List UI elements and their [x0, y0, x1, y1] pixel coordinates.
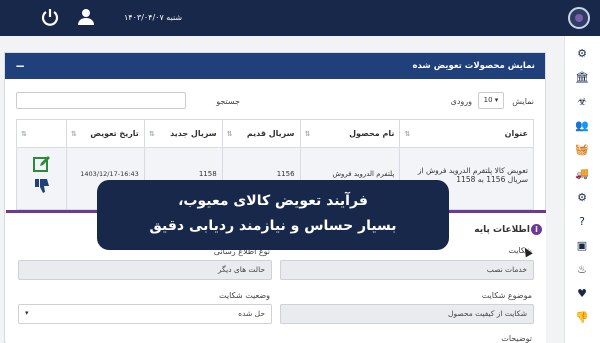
complaint-field[interactable]: خدمات نصب	[280, 260, 534, 280]
app-logo[interactable]	[568, 7, 590, 29]
power-icon[interactable]	[40, 8, 60, 28]
notify-type-field[interactable]: حالت های دیگر	[18, 260, 272, 280]
current-date: شنبه ۱۴۰۳/۰۴/۰۷	[124, 13, 183, 22]
search-input[interactable]	[16, 92, 186, 109]
column-header-title[interactable]: عنوان ⇅	[399, 119, 534, 148]
description-label: توضیحات	[501, 334, 532, 343]
truck-icon[interactable]: 🚚	[574, 166, 590, 182]
collapse-button[interactable]: −	[15, 59, 25, 73]
basket-icon[interactable]: 🧺	[574, 142, 590, 158]
cogs-icon[interactable]: ⚙	[574, 46, 590, 62]
biohazard-icon[interactable]: ☣	[574, 94, 590, 110]
column-header-new-serial[interactable]: سریال جدید ⇅	[143, 119, 223, 148]
column-header-actions: ⇅	[16, 119, 67, 148]
chevron-down-icon: ▾	[25, 309, 29, 317]
question-icon[interactable]: ?	[574, 214, 590, 230]
bank-icon[interactable]: 🏛	[574, 70, 590, 86]
users-icon[interactable]: 👥	[574, 118, 590, 134]
info-icon: i	[531, 224, 542, 235]
column-header-old-serial[interactable]: سریال قدیم ⇅	[221, 119, 301, 148]
entries-select[interactable]: 10 ▾	[478, 92, 504, 109]
complaint-status-select[interactable]: حل شده ▾	[18, 304, 272, 324]
thumbs-down-icon[interactable]	[33, 178, 51, 196]
top-navbar: شنبه ۱۴۰۳/۰۴/۰۷	[0, 0, 600, 36]
entries-label: ورودی	[450, 97, 472, 106]
show-label: نمایش	[512, 97, 534, 106]
heartbeat-icon[interactable]: ♥	[574, 286, 590, 302]
promo-banner: فرآیند تعویض کالای معیوب، بسیار حساس و ن…	[97, 180, 449, 250]
user-icon[interactable]	[76, 8, 96, 28]
panel-header: نمایش محصولات تعویض شده −	[5, 53, 545, 79]
column-header-product[interactable]: نام محصول ⇅	[299, 119, 401, 148]
gear-icon[interactable]: ⚙	[574, 190, 590, 206]
banner-line-2: بسیار حساس و نیازمند ردیابی دقیق	[149, 218, 397, 234]
column-header-date[interactable]: تاریخ تعویض ⇅	[65, 119, 145, 148]
section-title: اطلاعات پایه	[474, 225, 530, 235]
panel-title: نمایش محصولات تعویض شده	[412, 61, 535, 71]
complaint-subject-label: موضوع شکایت	[481, 291, 532, 300]
sidebar: ⚙ 🏛 ☣ 👥 🧺 🚚 ⚙ ? ▣ ♨ ♥ 👎	[564, 36, 600, 343]
complaint-subject-field[interactable]: شکایت از کیفیت محصول	[280, 304, 534, 324]
complaint-status-label: وضعیت شکایت	[219, 291, 270, 300]
cube-icon[interactable]: ▣	[574, 238, 590, 254]
search-label: جستجو	[216, 97, 240, 106]
edit-icon[interactable]	[33, 155, 51, 173]
thumbs-down-icon[interactable]: 👎	[574, 310, 590, 326]
fire-icon[interactable]: ♨	[574, 262, 590, 278]
banner-line-1: فرآیند تعویض کالای معیوب،	[178, 193, 368, 209]
